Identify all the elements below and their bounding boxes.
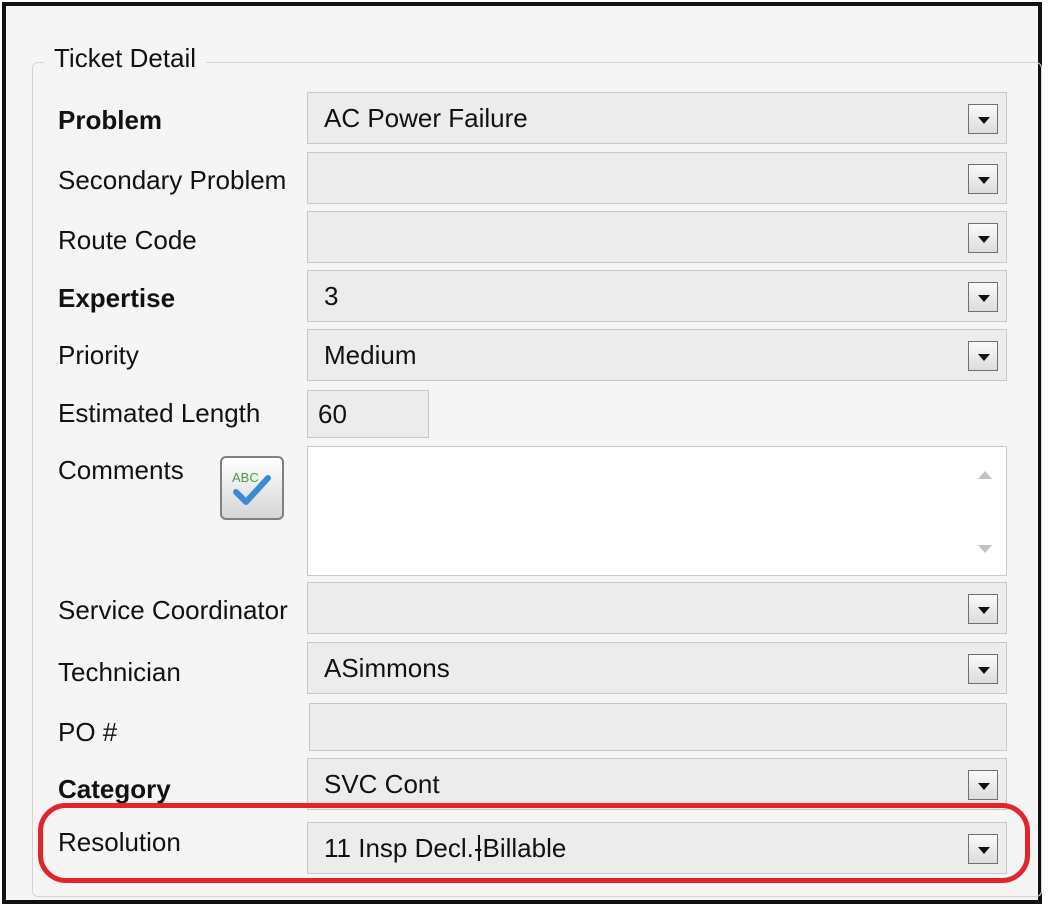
chevron-down-icon[interactable] <box>968 223 998 253</box>
service-coordinator-label: Service Coordinator <box>58 595 288 625</box>
resolution-highlight-annotation <box>38 803 1030 883</box>
expertise-label: Expertise <box>58 283 176 313</box>
chevron-down-icon[interactable] <box>968 164 998 194</box>
problem-label: Problem <box>58 105 163 135</box>
problem-combo[interactable]: AC Power Failure <box>307 92 1007 144</box>
chevron-down-icon[interactable] <box>968 282 998 312</box>
po-number-input[interactable] <box>309 703 1007 751</box>
comments-label: Comments <box>58 455 184 485</box>
comments-textarea[interactable] <box>307 446 1007 576</box>
problem-value: AC Power Failure <box>324 103 528 133</box>
scroll-down-icon[interactable] <box>978 545 992 553</box>
secondary-problem-label: Secondary Problem <box>58 165 287 195</box>
priority-label: Priority <box>58 340 139 370</box>
estimated-length-label: Estimated Length <box>58 398 261 428</box>
spellcheck-icon: ABC <box>232 470 271 505</box>
expertise-combo[interactable]: 3 <box>307 270 1007 322</box>
technician-combo[interactable]: ASimmons <box>307 642 1007 694</box>
chevron-down-icon[interactable] <box>968 654 998 684</box>
chevron-down-icon[interactable] <box>968 594 998 624</box>
priority-value: Medium <box>324 340 417 370</box>
estimated-length-value: 60 <box>318 399 347 429</box>
po-number-label: PO # <box>58 717 118 747</box>
service-coordinator-combo[interactable] <box>307 582 1007 634</box>
secondary-problem-combo[interactable] <box>307 152 1007 204</box>
priority-combo[interactable]: Medium <box>307 329 1007 381</box>
chevron-down-icon[interactable] <box>968 104 998 134</box>
svg-text:ABC: ABC <box>232 470 259 485</box>
technician-value: ASimmons <box>324 653 450 683</box>
expertise-value: 3 <box>324 281 339 311</box>
chevron-down-icon[interactable] <box>968 770 998 800</box>
spellcheck-button[interactable]: ABC <box>220 456 284 520</box>
technician-label: Technician <box>58 657 181 687</box>
scroll-up-icon[interactable] <box>978 471 992 479</box>
category-label: Category <box>58 774 171 804</box>
chevron-down-icon[interactable] <box>968 341 998 371</box>
estimated-length-input[interactable]: 60 <box>307 390 429 438</box>
route-code-combo[interactable] <box>307 211 1007 263</box>
category-value: SVC Cont <box>324 769 440 799</box>
group-title: Ticket Detail <box>44 43 207 74</box>
route-code-label: Route Code <box>58 225 197 255</box>
